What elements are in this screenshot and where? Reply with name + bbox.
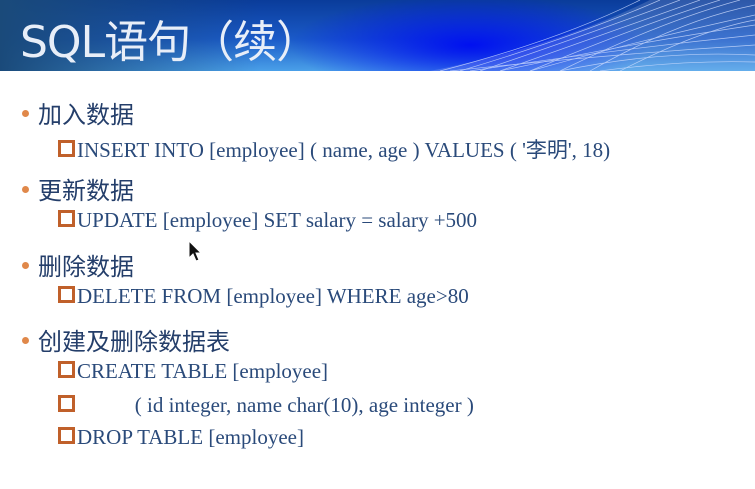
section-heading: 加入数据 [22, 95, 134, 130]
square-bullet-icon [58, 361, 75, 378]
slide-title: SQL语句（续） [20, 17, 320, 68]
list-item: CREATE TABLE [employee] [58, 359, 328, 384]
section-heading: 更新数据 [22, 171, 134, 206]
heading-text: 更新数据 [38, 177, 134, 205]
item-text: DROP TABLE [employee] [77, 425, 304, 449]
heading-text: 创建及删除数据表 [38, 328, 230, 356]
bullet-icon [22, 336, 29, 344]
section-heading: 删除数据 [22, 247, 134, 282]
square-bullet-icon [58, 395, 75, 412]
mouse-pointer-icon [188, 240, 203, 262]
square-bullet-icon [58, 210, 75, 227]
bullet-icon [22, 261, 29, 269]
list-item: UPDATE [employee] SET salary = salary +5… [58, 208, 477, 233]
section-heading: 创建及删除数据表 [22, 322, 230, 357]
item-text: ( id integer, name char(10), age integer… [77, 393, 474, 417]
square-bullet-icon [58, 427, 75, 444]
bullet-icon [22, 109, 29, 117]
bullet-icon [22, 185, 29, 193]
square-bullet-icon [58, 140, 75, 157]
item-text: UPDATE [employee] SET salary = salary +5… [77, 208, 478, 232]
heading-text: 加入数据 [38, 101, 134, 129]
heading-text: 删除数据 [38, 253, 134, 281]
square-bullet-icon [58, 286, 75, 303]
title-banner: SQL语句（续） [0, 0, 755, 71]
item-text: CREATE TABLE [employee] [77, 359, 329, 383]
item-text: DELETE FROM [employee] WHERE age>80 [77, 284, 469, 308]
list-item: ( id integer, name char(10), age integer… [58, 393, 474, 418]
list-item: INSERT INTO [employee] ( name, age ) VAL… [58, 134, 610, 164]
item-text: INSERT INTO [employee] ( name, age ) VAL… [77, 138, 611, 162]
list-item: DELETE FROM [employee] WHERE age>80 [58, 284, 469, 309]
list-item: DROP TABLE [employee] [58, 425, 304, 450]
